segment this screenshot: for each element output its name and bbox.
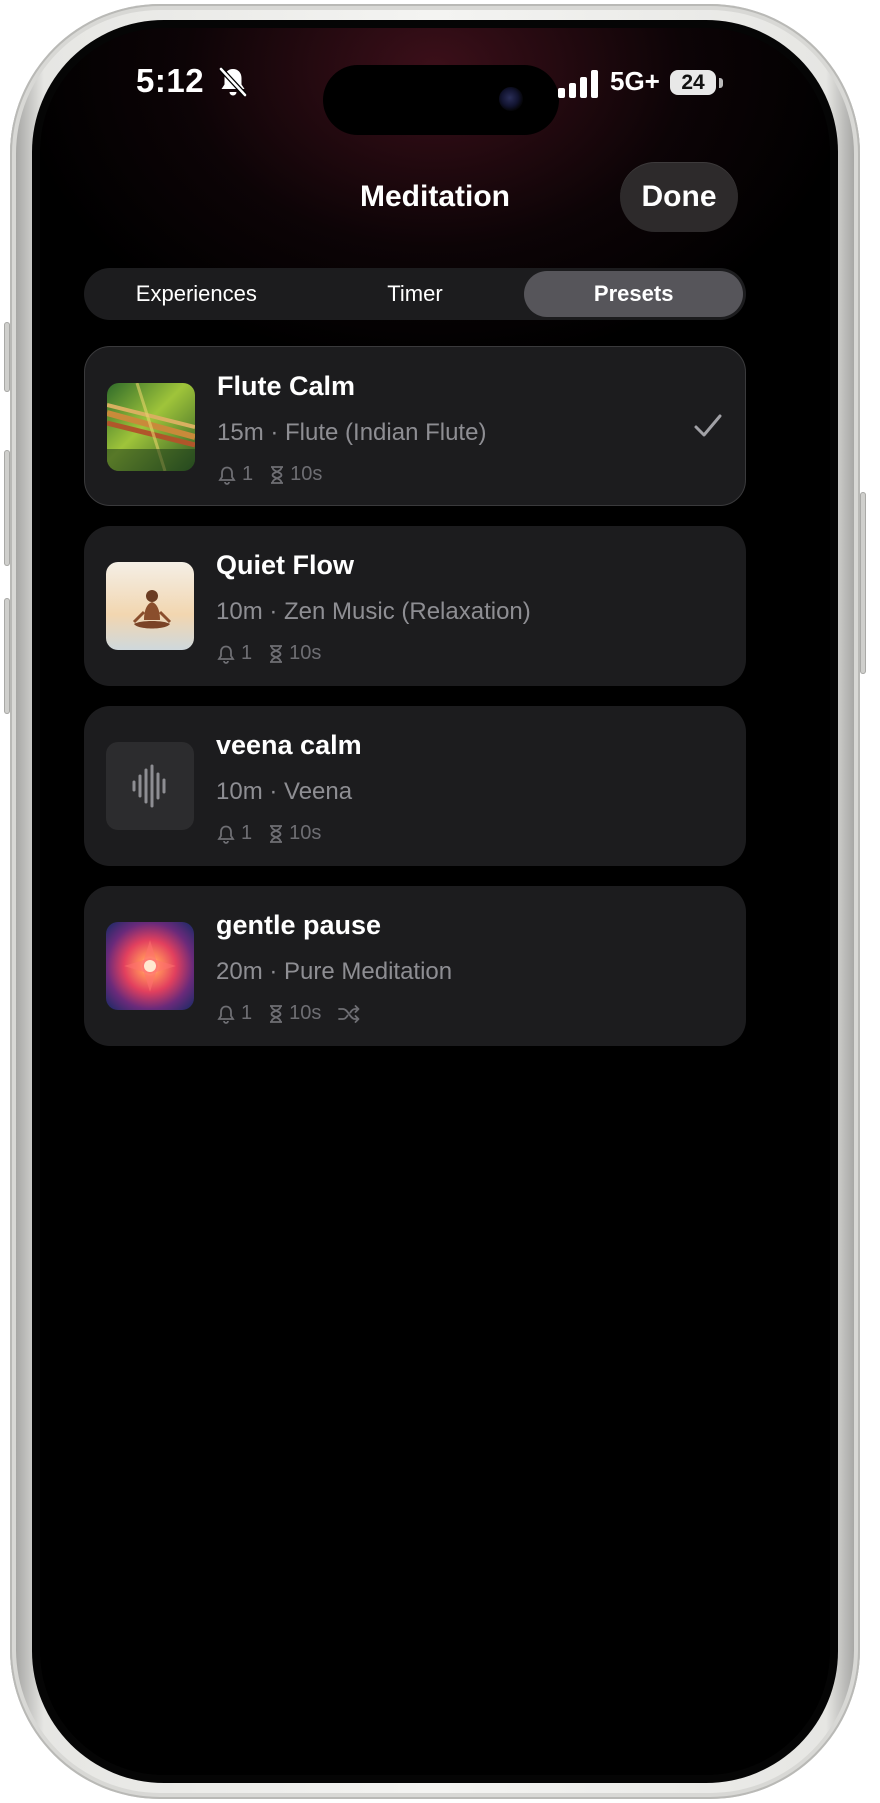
bell-count-value: 1 <box>241 642 253 664</box>
bell-count: 1 <box>216 642 252 665</box>
interval: 10s <box>268 1002 321 1025</box>
dynamic-island <box>323 65 559 135</box>
preset-meta: 1 10s <box>216 1002 377 1025</box>
flute-album-art <box>107 383 195 471</box>
bell-count: 1 <box>217 463 253 486</box>
bell-icon <box>217 645 235 664</box>
preset-subtitle: 20m · Pure Meditation <box>216 958 453 985</box>
tab-experiences[interactable]: Experiences <box>87 271 306 317</box>
bell-icon <box>217 825 235 844</box>
preset-subtitle: 15m · Flute (Indian Flute) <box>217 419 487 446</box>
cellular-signal-icon <box>558 70 598 98</box>
preset-card-veena-calm[interactable]: veena calm 10m · Veena 1 10s <box>84 706 746 866</box>
bell-count-value: 1 <box>241 822 253 844</box>
hourglass-icon <box>271 465 284 484</box>
preset-meta: 1 10s <box>217 463 338 486</box>
preset-subtitle: 10m · Veena <box>216 778 353 805</box>
interval: 10s <box>268 822 321 845</box>
checkmark-icon <box>694 414 722 437</box>
bell-icon <box>217 1005 235 1024</box>
mode-segmented-control: Experiences Timer Presets <box>84 268 746 320</box>
battery-cap <box>719 78 723 88</box>
preset-card-quiet-flow[interactable]: Quiet Flow 10m · Zen Music (Relaxation) … <box>84 526 746 686</box>
hourglass-icon <box>270 644 283 663</box>
preset-name: Quiet Flow <box>216 550 354 580</box>
tab-presets[interactable]: Presets <box>524 271 744 317</box>
preset-name: gentle pause <box>216 910 382 940</box>
preset-card-gentle-pause[interactable]: gentle pause 20m · Pure Meditation 1 10s <box>84 886 746 1046</box>
interval: 10s <box>268 642 321 665</box>
bell-count-value: 1 <box>242 463 254 485</box>
waveform-icon <box>132 764 166 808</box>
network-type: 5G+ <box>610 66 660 96</box>
bell-count: 1 <box>216 822 252 845</box>
preset-name: veena calm <box>216 730 362 760</box>
shuffle-indicator <box>337 1004 361 1024</box>
pure-meditation-album-art <box>106 922 194 1010</box>
preset-card-flute-calm[interactable]: Flute Calm 15m · Flute (Indian Flute) 1 … <box>84 346 746 506</box>
screen-bezel: 5:12 5G+ 24 Meditation Done Experiences … <box>32 20 838 1783</box>
done-button[interactable]: Done <box>620 162 738 232</box>
phone-frame: 5:12 5G+ 24 Meditation Done Experiences … <box>4 4 866 1799</box>
waveform-icon-tile <box>106 742 194 830</box>
interval-value: 10s <box>290 463 323 485</box>
interval: 10s <box>269 463 322 486</box>
preset-subtitle: 10m · Zen Music (Relaxation) <box>216 598 531 625</box>
volume-up-button <box>4 450 10 566</box>
interval-value: 10s <box>289 822 322 844</box>
status-time: 5:12 <box>136 62 205 99</box>
bell-icon <box>218 466 236 485</box>
action-button <box>4 322 10 392</box>
interval-value: 10s <box>289 1002 322 1024</box>
bell-slash-icon <box>219 67 247 97</box>
tab-timer[interactable]: Timer <box>306 271 525 317</box>
preset-meta: 1 10s <box>216 822 337 845</box>
bell-count-value: 1 <box>241 1002 253 1024</box>
hourglass-icon <box>270 824 283 843</box>
battery-indicator: 24 <box>670 70 716 95</box>
preset-meta: 1 10s <box>216 642 337 665</box>
interval-value: 10s <box>289 642 322 664</box>
preset-name: Flute Calm <box>217 371 356 401</box>
bell-count: 1 <box>216 1002 252 1025</box>
screen: 5:12 5G+ 24 Meditation Done Experiences … <box>40 28 830 1775</box>
hourglass-icon <box>270 1004 283 1023</box>
volume-down-button <box>4 598 10 714</box>
shuffle-icon <box>338 1004 360 1023</box>
power-button <box>860 492 866 674</box>
meditation-album-art <box>106 562 194 650</box>
front-camera <box>499 87 523 111</box>
